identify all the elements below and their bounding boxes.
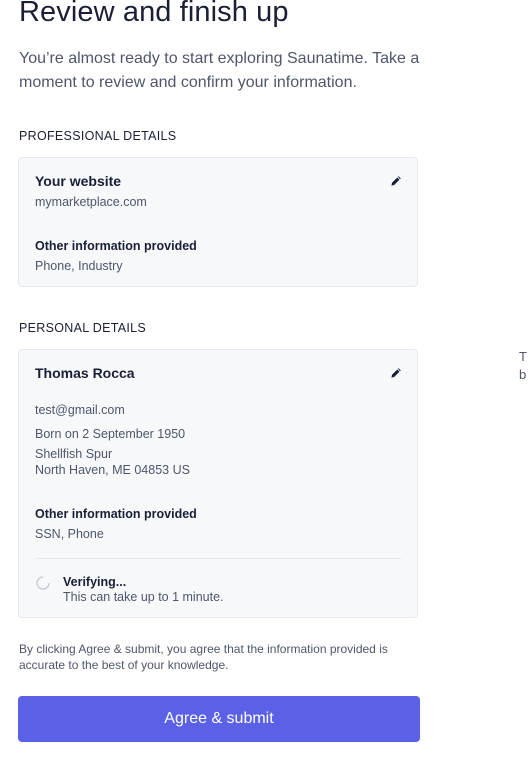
- review-page: Review and finish up You’re almost ready…: [0, 0, 528, 766]
- personal-other-label: Other information provided: [35, 507, 197, 521]
- personal-details-heading: PERSONAL DETAILS: [19, 321, 147, 335]
- professional-details-heading: PROFESSIONAL DETAILS: [19, 129, 177, 143]
- edit-professional-button[interactable]: [387, 172, 405, 190]
- agree-submit-button[interactable]: Agree & submit: [18, 696, 420, 742]
- professional-other-value: Phone, Industry: [35, 259, 123, 273]
- pencil-icon: [391, 368, 401, 378]
- card-divider: [35, 558, 401, 559]
- professional-details-card: Your website mymarketplace.com Other inf…: [18, 157, 418, 287]
- address-line-2: North Haven, ME 04853 US: [35, 463, 190, 477]
- spinner-icon: [36, 576, 50, 590]
- professional-other-label: Other information provided: [35, 239, 197, 253]
- intro-text: You’re almost ready to start exploring S…: [19, 50, 420, 91]
- verification-status-subtitle: This can take up to 1 minute.: [63, 590, 224, 604]
- birth-date: Born on 2 September 1950: [35, 427, 186, 441]
- side-panel-line-1: T: [519, 349, 527, 364]
- personal-details-card: Thomas Rocca test@gmail.com Born on 2 Se…: [18, 349, 418, 618]
- person-name: Thomas Rocca: [35, 365, 135, 381]
- page-title: Review and finish up: [19, 0, 289, 28]
- website-label: Your website: [35, 173, 122, 189]
- side-panel-line-2: b: [519, 367, 527, 382]
- personal-other-value: SSN, Phone: [35, 527, 104, 541]
- side-panel-text: T b: [519, 348, 527, 384]
- email-value: test@gmail.com: [35, 403, 125, 417]
- edit-personal-button[interactable]: [387, 364, 405, 382]
- verification-status-title: Verifying...: [63, 575, 127, 589]
- consent-text: By clicking Agree & submit, you agree th…: [19, 642, 388, 672]
- address-line-1: Shellfish Spur: [35, 447, 113, 461]
- pencil-icon: [391, 176, 401, 186]
- website-value: mymarketplace.com: [35, 195, 147, 209]
